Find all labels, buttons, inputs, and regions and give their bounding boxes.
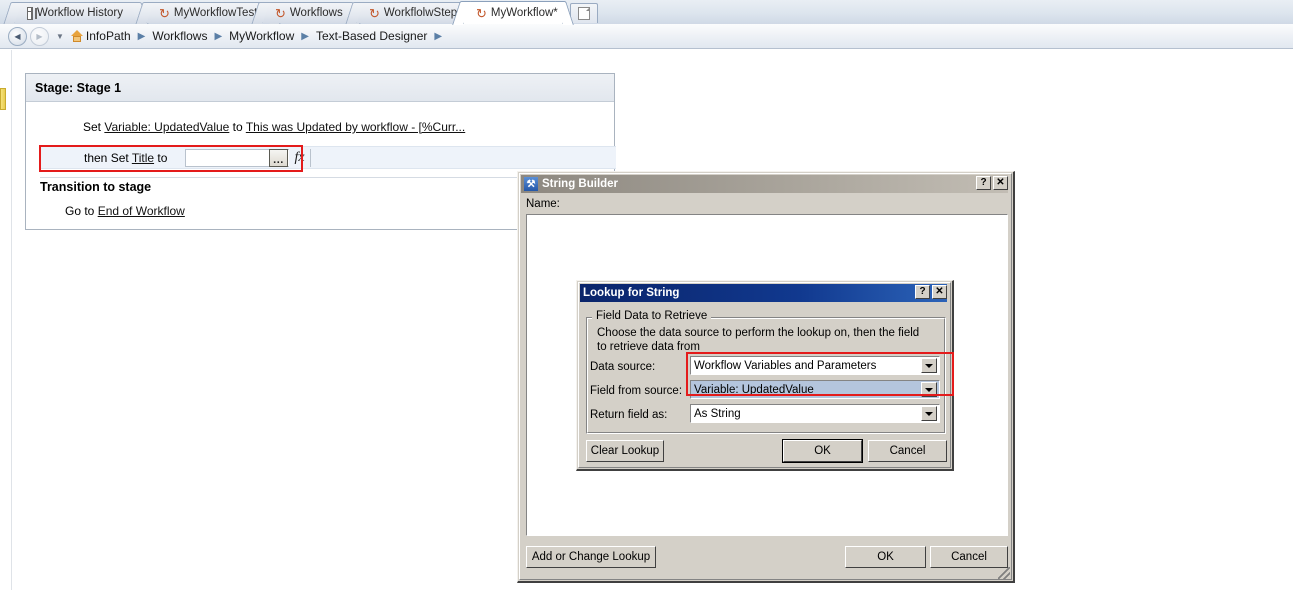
breadcrumb-separator-icon: ▶ [301,30,309,42]
new-tab-button[interactable] [570,3,598,23]
lookup-ok-button[interactable]: OK [782,439,863,463]
clear-lookup-button[interactable]: Clear Lookup [586,440,664,462]
set-title-statement: then Set Title to [84,151,167,165]
breadcrumb-separator-icon: ▶ [137,30,146,42]
breadcrumb-item-infopath[interactable]: InfoPath [86,29,131,43]
return-field-as-combobox[interactable]: As String [690,404,940,423]
breadcrumb-bar: ◀ ▶ ▼ InfoPath ▶ Workflows ▶ MyWorkflow … [0,24,1293,49]
tab-myworkflow-active[interactable]: ↻ MyWorkflow* [463,1,563,24]
field-from-source-value: Variable: UpdatedValue [694,383,814,396]
string-builder-title-bar[interactable]: ⚒ String Builder [521,175,1008,193]
close-button[interactable]: ✕ [993,176,1008,190]
tab-label: MyWorkflowTest [173,7,258,19]
chevron-down-icon[interactable]: ▼ [56,32,64,41]
set-variable-value-link[interactable]: This was Updated by workflow - [%Curr... [246,120,465,134]
forward-arrow-icon[interactable]: ▶ [30,26,49,46]
string-builder-title-text: String Builder [542,178,619,190]
set-title-field-link[interactable]: Title [132,151,154,165]
set-variable-mid: to [229,120,246,134]
tab-myworkflowtest[interactable]: ↻ MyWorkflowTest [146,2,270,23]
tab-strip: Workflow History ↻ MyWorkflowTest ↻ Work… [0,0,1293,25]
name-label: Name: [526,198,560,210]
chevron-down-icon[interactable] [921,382,937,397]
set-title-row[interactable]: then Set Title to ... fx [40,146,616,169]
set-title-suffix: to [154,151,168,165]
fx-icon[interactable]: fx [289,149,310,167]
data-source-label: Data source: [590,361,656,373]
tab-label: MyWorkflow* [490,7,558,19]
tab-workflows[interactable]: ↻ Workflows [262,2,350,23]
return-field-as-label: Return field as: [590,409,668,421]
stage-header: Stage: Stage 1 [26,74,614,102]
lookup-title-text: Lookup for String [583,287,680,299]
swirl-icon: ↻ [159,5,170,21]
help-button[interactable]: ? [976,176,991,190]
string-builder-ok-button[interactable]: OK [845,546,926,568]
new-page-icon [578,7,590,20]
field-from-source-label: Field from source: [590,385,683,397]
swirl-icon: ↻ [369,5,380,21]
help-button[interactable]: ? [915,285,930,299]
swirl-icon: ↻ [275,5,286,21]
lookup-description: Choose the data source to perform the lo… [597,327,920,353]
breadcrumb-separator-icon: ▶ [214,30,223,42]
wrench-icon: ⚒ [524,177,538,191]
return-field-as-value: As String [694,407,741,420]
left-divider [11,50,12,590]
tab-workflowstep[interactable]: ↻ WorkflolwStep [356,2,465,23]
goto-prefix: Go to [65,204,98,218]
close-button[interactable]: ✕ [932,285,947,299]
tab-label: WorkflolwStep [383,7,458,19]
swirl-icon: ↻ [476,5,487,21]
chevron-down-icon[interactable] [921,406,937,421]
resize-grip-icon[interactable] [998,567,1010,579]
goto-target-link[interactable]: End of Workflow [98,204,185,218]
lookup-title-bar[interactable]: Lookup for String [580,284,947,302]
transition-to-stage-header: Transition to stage [40,180,152,194]
breadcrumb-item-myworkflow[interactable]: MyWorkflow [229,29,294,43]
set-variable-link[interactable]: Variable: UpdatedValue [104,120,229,134]
goto-statement[interactable]: Go to End of Workflow [65,204,185,218]
tab-workflow-history[interactable]: Workflow History [14,2,138,23]
set-title-prefix: then Set [84,151,132,165]
field-data-group-label: Field Data to Retrieve [592,310,712,322]
breadcrumb-item-text-based-designer[interactable]: Text-Based Designer [316,29,427,43]
home-icon [70,30,84,42]
string-builder-cancel-button[interactable]: Cancel [930,546,1008,568]
set-variable-prefix: Set [83,120,105,134]
tab-label: Workflows [289,7,343,19]
add-or-change-lookup-button[interactable]: Add or Change Lookup [526,546,656,568]
tab-label: Workflow History [36,7,123,19]
data-source-combobox[interactable]: Workflow Variables and Parameters [690,356,940,375]
stage-marker [0,88,6,110]
grid-icon [27,6,37,20]
back-arrow-icon[interactable]: ◀ [8,26,27,46]
set-variable-statement[interactable]: Set Variable: UpdatedValue to This was U… [83,120,465,134]
ellipsis-button[interactable]: ... [269,149,288,167]
breadcrumb-separator-icon: ▶ [434,30,443,42]
breadcrumb-item-workflows[interactable]: Workflows [152,29,207,43]
lookup-cancel-button[interactable]: Cancel [868,440,947,462]
chevron-down-icon[interactable] [921,358,937,373]
field-from-source-combobox[interactable]: Variable: UpdatedValue [690,380,940,399]
data-source-value: Workflow Variables and Parameters [694,359,877,372]
